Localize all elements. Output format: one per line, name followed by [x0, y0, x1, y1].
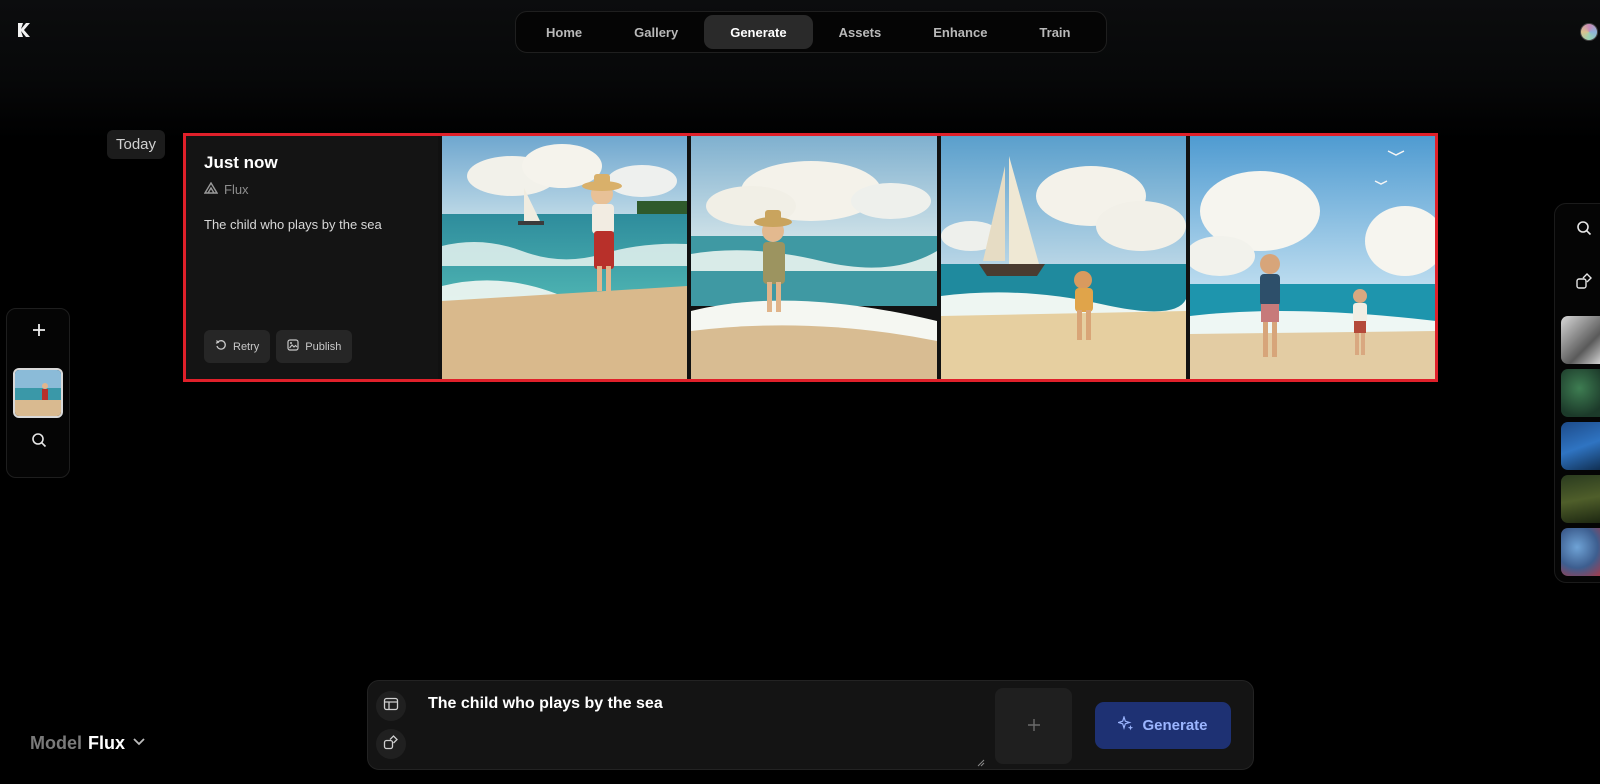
plus-icon — [1027, 715, 1041, 738]
prompt-input[interactable]: The child who plays by the sea — [428, 695, 948, 755]
image-prompt-icon — [383, 696, 399, 717]
gallery-thumbnail-5[interactable] — [1561, 528, 1600, 576]
search-icon — [31, 432, 47, 453]
style-reference-button[interactable] — [1573, 272, 1595, 294]
retry-button[interactable]: Retry — [204, 330, 271, 363]
history-thumbnail[interactable] — [13, 368, 63, 418]
model-selector[interactable]: Model Flux — [30, 733, 147, 754]
generate-label: Generate — [1142, 717, 1208, 734]
generated-image-4[interactable] — [1189, 136, 1436, 379]
search-icon — [1576, 220, 1592, 241]
generation-info-card: Just now Flux The child who plays by the… — [186, 136, 439, 379]
chevron-down-icon — [131, 733, 147, 754]
generation-actions: Retry Publish — [204, 330, 353, 363]
generation-time: Just now — [204, 153, 278, 172]
date-group-label: Today — [107, 130, 165, 159]
sparkle-icon — [1116, 714, 1134, 736]
generated-image-2[interactable] — [691, 136, 937, 379]
publish-icon — [287, 339, 299, 354]
image-prompt-button[interactable] — [376, 691, 406, 721]
right-search-button[interactable] — [1573, 219, 1595, 241]
generated-image-3[interactable] — [940, 136, 1186, 379]
generation-row: Just now Flux The child who plays by the… — [183, 133, 1438, 382]
style-icon — [383, 734, 399, 755]
add-image-button[interactable] — [995, 688, 1072, 764]
style-button[interactable] — [376, 729, 406, 759]
tab-gallery[interactable]: Gallery — [608, 15, 704, 49]
style-icon — [1575, 272, 1593, 295]
prompt-bar: The child who plays by the sea Generate — [367, 680, 1254, 770]
tab-generate[interactable]: Generate — [704, 15, 813, 49]
model-selector-label: Model — [30, 733, 82, 753]
plus-icon — [31, 322, 47, 343]
resize-handle[interactable] — [977, 754, 985, 767]
gallery-thumbnail-1[interactable] — [1561, 316, 1600, 364]
retry-label: Retry — [233, 340, 260, 353]
top-navigation: Home Gallery Generate Assets Enhance Tra… — [515, 11, 1107, 53]
generation-model: Flux — [203, 181, 420, 197]
history-rail — [6, 308, 70, 478]
gallery-thumbnail-4[interactable] — [1561, 475, 1600, 523]
avatar[interactable] — [1580, 23, 1598, 41]
publish-button[interactable]: Publish — [276, 330, 353, 363]
tab-home[interactable]: Home — [520, 15, 608, 49]
logo-icon[interactable] — [14, 20, 34, 40]
generate-button[interactable]: Generate — [1095, 702, 1231, 749]
new-generation-button[interactable] — [28, 321, 50, 343]
tab-assets[interactable]: Assets — [813, 15, 908, 49]
generation-prompt: The child who plays by the sea — [204, 217, 382, 232]
model-selector-value: Flux — [88, 733, 126, 753]
gallery-thumbnail-2[interactable] — [1561, 369, 1600, 417]
right-rail — [1554, 203, 1600, 583]
tab-enhance[interactable]: Enhance — [907, 15, 1013, 49]
publish-label: Publish — [305, 340, 342, 353]
gallery-thumbnail-3[interactable] — [1561, 422, 1600, 470]
generation-model-name: Flux — [224, 182, 249, 197]
history-search-button[interactable] — [28, 431, 50, 453]
retry-icon — [215, 339, 227, 354]
generated-image-1[interactable] — [442, 136, 688, 379]
tab-train[interactable]: Train — [1013, 15, 1096, 49]
model-icon — [203, 181, 219, 197]
